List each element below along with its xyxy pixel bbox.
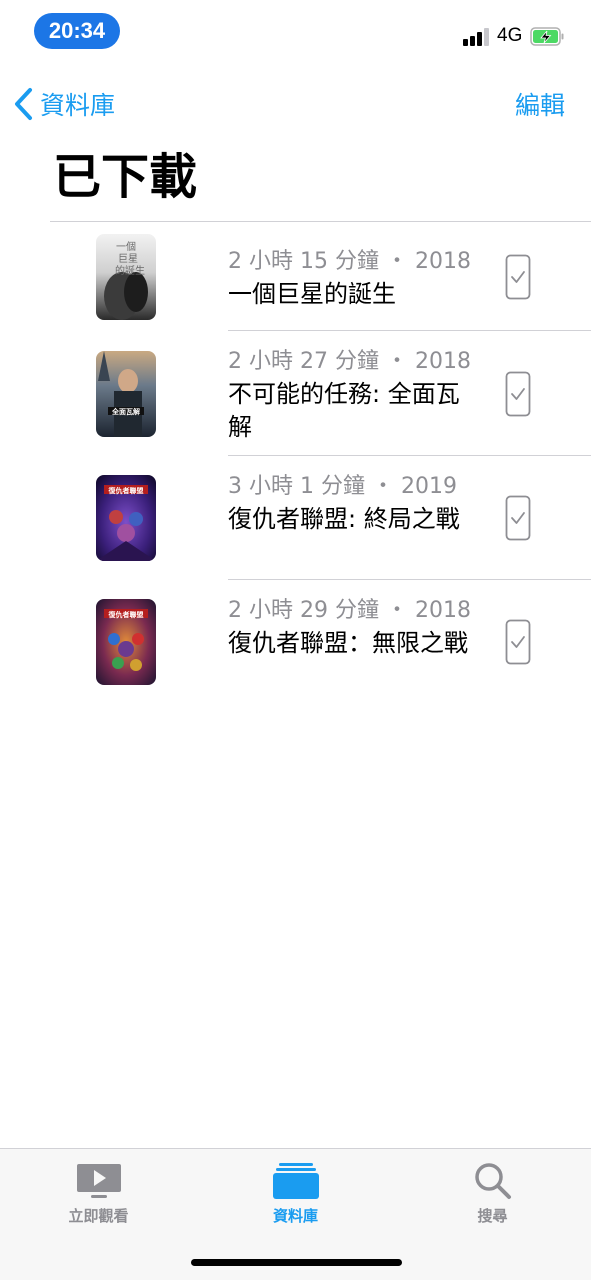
svg-text:復仇者聯盟: 復仇者聯盟 — [108, 486, 144, 495]
network-type: 4G — [497, 25, 523, 46]
back-button[interactable]: 資料庫 — [12, 86, 115, 122]
tab-label: 搜尋 — [477, 1207, 508, 1225]
tab-search[interactable]: 搜尋 — [394, 1149, 591, 1239]
tab-library[interactable]: 資料庫 — [197, 1149, 394, 1239]
movie-poster: 全面瓦解 — [96, 351, 156, 437]
status-bar: 20:34 4G — [0, 0, 591, 64]
movie-title: 一個巨星的誕生 — [228, 280, 396, 308]
tab-label: 資料庫 — [272, 1207, 318, 1225]
page-title: 已下載 — [53, 149, 198, 205]
movie-title: 不可能的任務: 全面瓦解 — [228, 380, 460, 441]
battery-charging-icon — [530, 27, 564, 46]
svg-text:全面瓦解: 全面瓦解 — [111, 407, 140, 416]
edit-button[interactable]: 編輯 — [515, 86, 565, 122]
movie-poster: 復仇者聯盟 — [96, 475, 156, 561]
movie-meta: 2 小時 29 分鐘 ・ 2018 — [228, 598, 471, 623]
svg-text:的誕生: 的誕生 — [115, 264, 145, 277]
movie-poster: 復仇者聯盟 — [96, 599, 156, 685]
svg-text:巨星: 巨星 — [118, 253, 138, 265]
movie-meta: 2 小時 27 分鐘 ・ 2018 — [228, 349, 471, 374]
movie-title: 復仇者聯盟：無限之戰 — [228, 629, 468, 657]
movie-meta: 2 小時 15 分鐘 ・ 2018 — [228, 249, 471, 274]
tab-watch-now[interactable]: 立即觀看 — [0, 1149, 197, 1239]
downloaded-phone-check-icon[interactable] — [505, 371, 531, 417]
search-icon — [468, 1161, 518, 1201]
library-stack-icon — [271, 1161, 321, 1201]
movie-title: 復仇者聯盟: 終局之戰 — [228, 505, 460, 533]
list-item[interactable]: 復仇者聯盟 2 小時 29 分鐘 ・ 2018 復仇者聯盟：無限之戰 — [0, 580, 591, 704]
back-button-label: 資料庫 — [40, 91, 116, 120]
status-time[interactable]: 20:34 — [34, 13, 120, 49]
svg-text:復仇者聯盟: 復仇者聯盟 — [108, 610, 144, 619]
downloaded-phone-check-icon[interactable] — [505, 495, 531, 541]
tab-label: 立即觀看 — [68, 1207, 129, 1225]
list-item[interactable]: 復仇者聯盟 3 小時 1 分鐘 ・ 2019 復仇者聯盟: 終局之戰 — [0, 456, 591, 580]
downloads-list: 一個 巨星 的誕生 2 小時 15 分鐘 ・ 2018 一個巨星的誕生 全面瓦解 — [0, 222, 591, 704]
movie-meta: 3 小時 1 分鐘 ・ 2019 — [228, 474, 457, 499]
list-item[interactable]: 一個 巨星 的誕生 2 小時 15 分鐘 ・ 2018 一個巨星的誕生 — [0, 222, 591, 331]
play-screen-icon — [74, 1161, 124, 1201]
list-item[interactable]: 全面瓦解 2 小時 27 分鐘 ・ 2018 不可能的任務: 全面瓦解 — [0, 331, 591, 456]
downloaded-phone-check-icon[interactable] — [505, 254, 531, 300]
movie-poster: 一個 巨星 的誕生 — [96, 234, 156, 320]
home-indicator[interactable] — [191, 1259, 402, 1266]
cellular-signal-icon — [463, 28, 491, 46]
chevron-left-icon — [15, 88, 32, 120]
svg-text:一個: 一個 — [116, 240, 136, 253]
downloaded-phone-check-icon[interactable] — [505, 619, 531, 665]
